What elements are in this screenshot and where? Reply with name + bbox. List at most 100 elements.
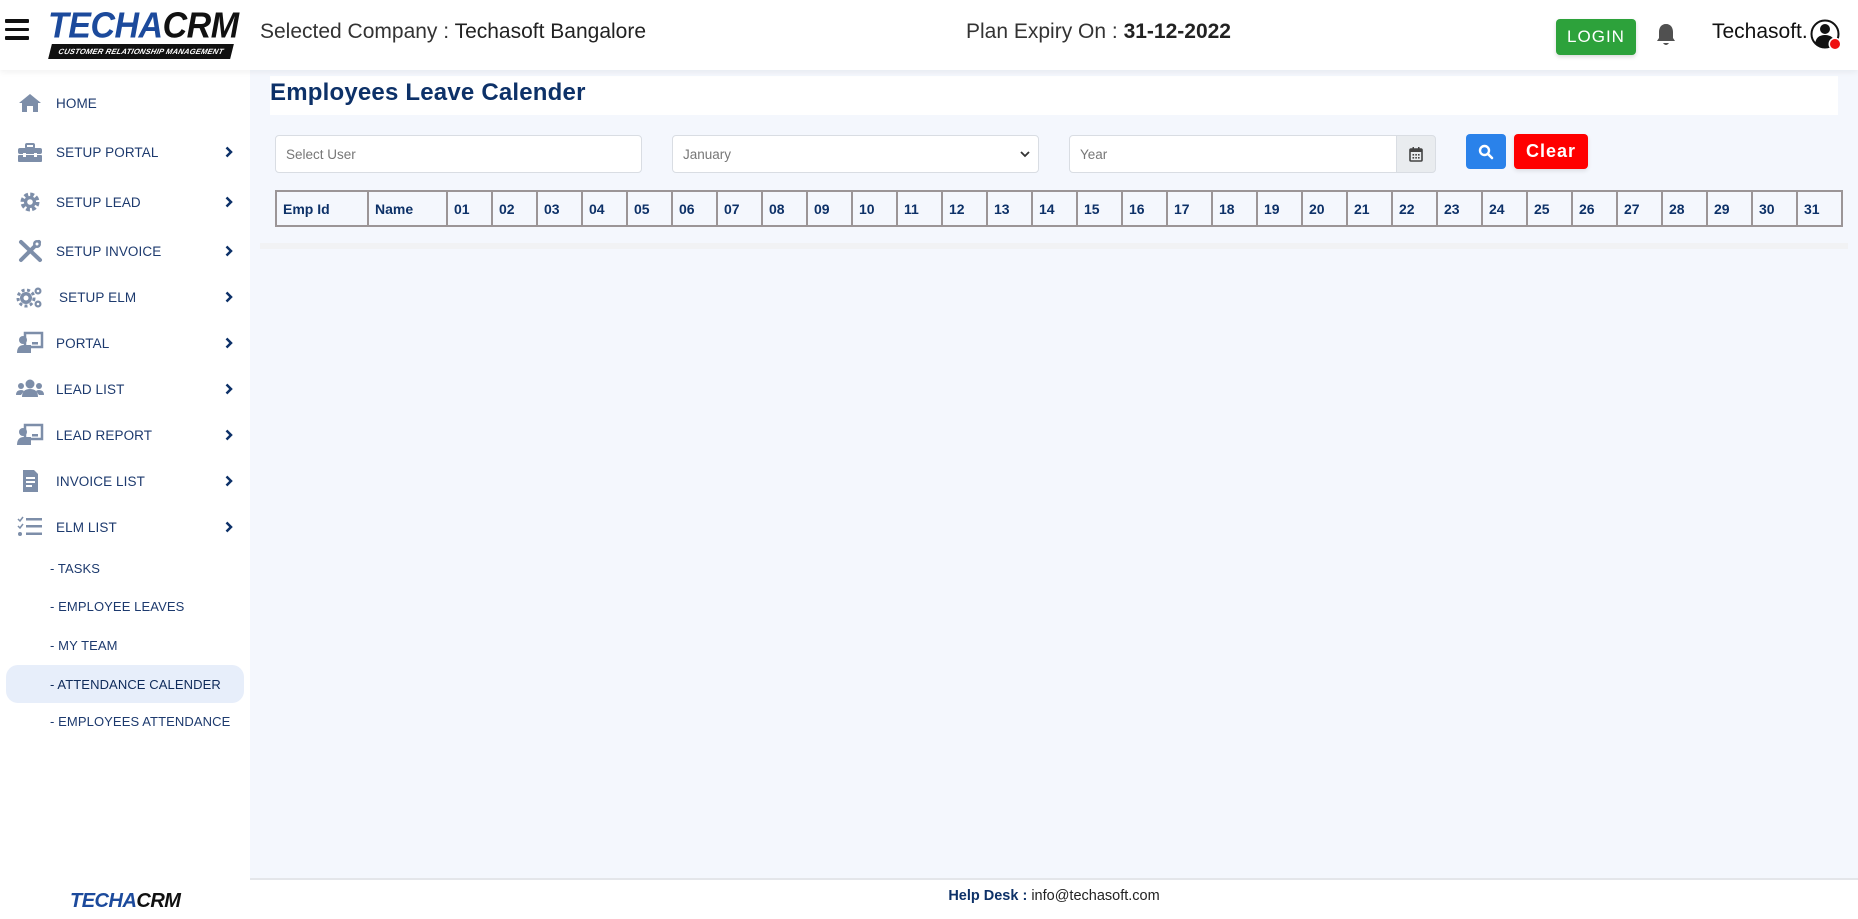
column-header-day: 17 — [1166, 190, 1213, 227]
document-icon — [23, 470, 38, 492]
tools-icon — [19, 240, 42, 262]
column-header-day: 28 — [1661, 190, 1708, 227]
sidebar-footer-logo: TECHACRM — [70, 890, 181, 913]
column-header-day: 15 — [1076, 190, 1123, 227]
main-content: Employees Leave Calender Select User Jan… — [250, 70, 1858, 878]
username[interactable]: Techasoft. — [1712, 20, 1808, 44]
sidebar-sublabel: - TASKS — [50, 560, 101, 576]
sidebar-subitem-employee-leaves[interactable]: - EMPLOYEE LEAVES — [6, 587, 244, 625]
sidebar-item-setup-portal[interactable]: SETUP PORTAL — [0, 132, 250, 172]
sidebar-subitem-tasks[interactable]: - TASKS — [6, 549, 244, 587]
column-header-day: 06 — [671, 190, 718, 227]
table-header-row: Emp Id Name 01 02 03 04 05 06 07 08 09 10 11 12 13 14 15… — [275, 190, 1843, 227]
sidebar-item-setup-elm[interactable]: SETUP ELM — [0, 277, 250, 317]
sidebar-label: HOME — [56, 95, 97, 111]
logo-tagline: CUSTOMER RELATIONSHIP MANAGEMENT — [48, 44, 234, 59]
selected-company: Selected Company : Techasoft Bangalore — [260, 20, 646, 44]
column-header-day: 26 — [1571, 190, 1618, 227]
chevron-right-icon — [225, 521, 233, 533]
column-header-day: 22 — [1391, 190, 1438, 227]
month-value: January — [683, 146, 732, 162]
company-label: Selected Company : — [260, 20, 455, 43]
column-header-day: 25 — [1526, 190, 1573, 227]
sidebar-label: SETUP INVOICE — [56, 243, 162, 259]
expiry-date: 31-12-2022 — [1123, 20, 1231, 43]
column-header-name: Name — [367, 190, 448, 227]
side-logo-accent: CRM — [136, 890, 181, 912]
sidebar-label: PORTAL — [56, 335, 110, 351]
column-header-day: 27 — [1616, 190, 1663, 227]
sidebar-item-elm-list[interactable]: ELM LIST — [0, 507, 250, 547]
column-header-day: 30 — [1751, 190, 1798, 227]
column-header-day: 05 — [626, 190, 673, 227]
column-header-day: 04 — [581, 190, 628, 227]
chevron-right-icon — [225, 337, 233, 349]
helpdesk-info: Help Desk : info@techasoft.com — [250, 888, 1858, 904]
column-header-day: 16 — [1121, 190, 1168, 227]
sidebar-label: SETUP PORTAL — [56, 144, 159, 160]
logo-text-accent: CRM — [162, 6, 239, 46]
sidebar-item-setup-lead[interactable]: SETUP LEAD — [0, 182, 250, 222]
column-header-day: 18 — [1211, 190, 1258, 227]
chevron-right-icon — [225, 475, 233, 487]
column-header-day: 12 — [941, 190, 988, 227]
sidebar-sublabel: - EMPLOYEES ATTENDANCE — [50, 713, 231, 729]
sidebar: HOME SETUP PORTAL SETUP LEAD SETUP INVOI… — [0, 70, 250, 919]
calendar-button[interactable] — [1396, 135, 1436, 173]
login-button[interactable]: LOGIN — [1556, 19, 1636, 55]
column-header-day: 07 — [716, 190, 763, 227]
column-header-day: 09 — [806, 190, 853, 227]
select-user-input[interactable]: Select User — [275, 135, 642, 173]
column-header-day: 01 — [446, 190, 493, 227]
sidebar-item-lead-list[interactable]: LEAD LIST — [0, 369, 250, 409]
helpdesk-label: Help Desk : — [948, 888, 1028, 904]
clear-button[interactable]: Clear — [1514, 134, 1588, 169]
checklist-icon — [17, 516, 42, 536]
bell-icon[interactable] — [1655, 22, 1677, 48]
search-button[interactable] — [1466, 134, 1506, 169]
toolbox-icon — [18, 143, 42, 162]
hamburger-menu-icon[interactable] — [5, 19, 29, 41]
sidebar-item-lead-report[interactable]: LEAD REPORT — [0, 415, 250, 455]
calendar-icon — [1409, 147, 1423, 162]
sidebar-subitem-attendance-calender[interactable]: - ATTENDANCE CALENDER — [6, 665, 244, 703]
top-header: TECHACRM CUSTOMER RELATIONSHIP MANAGEMEN… — [0, 0, 1858, 70]
column-header-day: 19 — [1256, 190, 1303, 227]
sidebar-label: LEAD LIST — [56, 381, 125, 397]
column-header-day: 21 — [1346, 190, 1393, 227]
sidebar-item-invoice-list[interactable]: INVOICE LIST — [0, 461, 250, 501]
sidebar-item-portal[interactable]: PORTAL — [0, 323, 250, 363]
column-header-day: 11 — [896, 190, 943, 227]
user-avatar-icon[interactable] — [1810, 19, 1842, 51]
presenter-icon — [17, 423, 44, 445]
sidebar-label: INVOICE LIST — [56, 473, 145, 489]
sidebar-subitem-employees-attendance[interactable]: - EMPLOYEES ATTENDANCE — [6, 702, 244, 740]
column-header-day: 10 — [851, 190, 898, 227]
sidebar-item-home[interactable]: HOME — [0, 83, 250, 123]
sidebar-item-setup-invoice[interactable]: SETUP INVOICE — [0, 231, 250, 271]
sidebar-label: LEAD REPORT — [56, 427, 153, 443]
side-logo-main: TECHA — [70, 890, 137, 912]
sidebar-subitem-my-team[interactable]: - MY TEAM — [6, 626, 244, 664]
chevron-right-icon — [225, 383, 233, 395]
sidebar-sublabel: - MY TEAM — [50, 637, 118, 653]
techacrm-logo[interactable]: TECHACRM CUSTOMER RELATIONSHIP MANAGEMEN… — [48, 6, 239, 59]
sidebar-sublabel: - ATTENDANCE CALENDER — [50, 676, 221, 692]
gears-icon — [16, 287, 42, 308]
column-header-day: 31 — [1796, 190, 1843, 227]
column-header-day: 14 — [1031, 190, 1078, 227]
column-header-day: 08 — [761, 190, 808, 227]
footer: Help Desk : info@techasoft.com — [250, 878, 1858, 919]
logo-text-main: TECHA — [48, 6, 163, 46]
year-input[interactable]: Year — [1069, 135, 1397, 173]
users-icon — [16, 379, 44, 397]
title-box: Employees Leave Calender — [270, 76, 1838, 115]
column-header-emp-id: Emp Id — [275, 190, 369, 227]
chevron-right-icon — [225, 196, 233, 208]
sidebar-sublabel: - EMPLOYEE LEAVES — [50, 598, 185, 614]
column-header-day: 03 — [536, 190, 583, 227]
chevron-down-icon — [1020, 151, 1030, 158]
column-header-day: 13 — [986, 190, 1033, 227]
helpdesk-email[interactable]: info@techasoft.com — [1027, 888, 1159, 904]
month-select[interactable]: January — [672, 135, 1039, 173]
